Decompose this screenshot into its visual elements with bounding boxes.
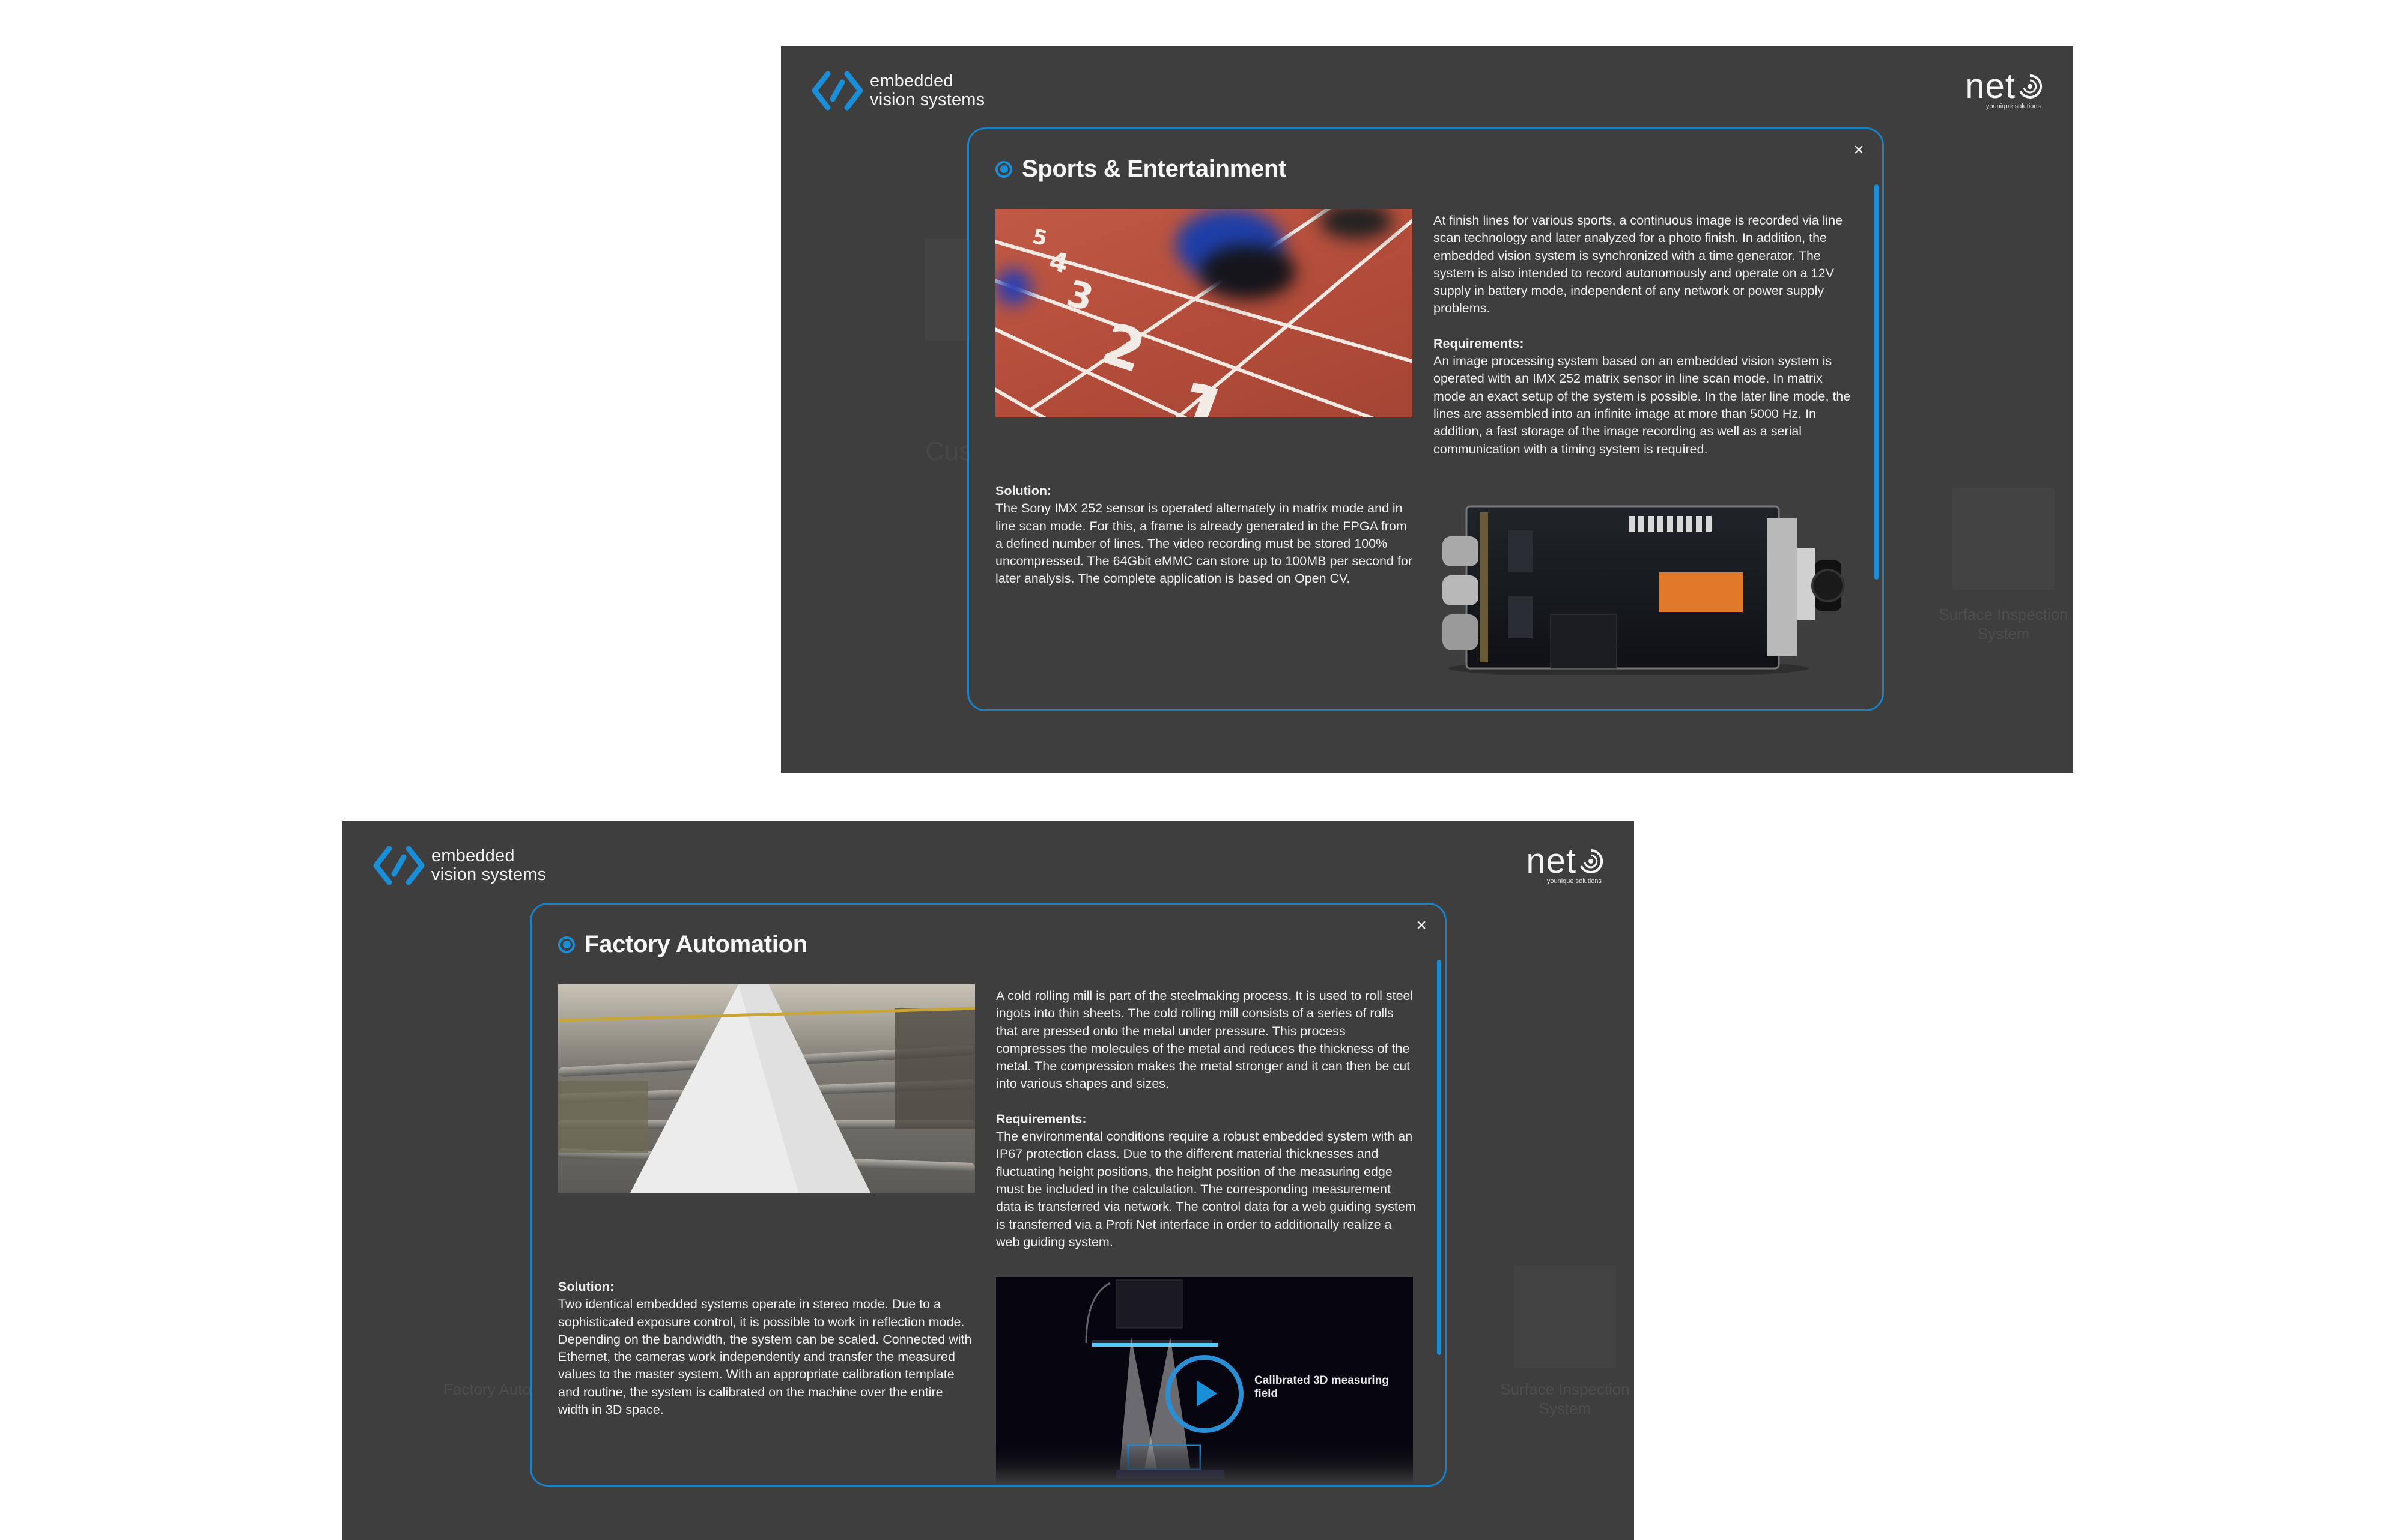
- radio-dot-icon: [558, 936, 575, 953]
- requirements-label: Requirements:: [1433, 336, 1524, 351]
- partner-logo[interactable]: net younique solutions: [1508, 841, 1604, 885]
- brand-logo[interactable]: embedded vision systems: [810, 70, 985, 111]
- close-button[interactable]: ×: [1411, 915, 1432, 936]
- bg-tile: [1514, 1266, 1616, 1368]
- target-icon: [2019, 74, 2043, 99]
- brand-line1: embedded: [870, 71, 953, 91]
- lane-number: 5: [1030, 224, 1050, 252]
- play-icon: [1197, 1380, 1217, 1407]
- target-icon: [1580, 849, 1603, 873]
- video-player[interactable]: Calibrated 3D measuring field: [996, 1277, 1413, 1484]
- brand-logo[interactable]: embedded vision systems: [371, 845, 546, 886]
- video-caption: Calibrated 3D measuring field: [1254, 1374, 1389, 1400]
- lane-number: 3: [1062, 272, 1098, 320]
- solution-text: The Sony IMX 252 sensor is operated alte…: [995, 501, 1412, 586]
- brand-name: embedded vision systems: [870, 72, 985, 109]
- camera-board-photo: [1430, 494, 1845, 675]
- radio-dot-icon: [995, 160, 1012, 178]
- requirements-text: The environmental conditions require a r…: [996, 1129, 1416, 1249]
- bg-label: Surface Inspection System: [1500, 1380, 1630, 1417]
- intro-text: A cold rolling mill is part of the steel…: [996, 989, 1414, 1091]
- modal-title-text: Sports & Entertainment: [1022, 156, 1287, 182]
- screen-sports-entertainment: Customer examples Surface Inspection Sys…: [781, 46, 2073, 773]
- brand-name: embedded vision systems: [431, 847, 546, 884]
- partner-tagline: younique solutions: [1985, 103, 2041, 110]
- running-track-photo: 5 4 3 2 1: [995, 209, 1412, 417]
- description-column: A cold rolling mill is part of the steel…: [996, 987, 1417, 1251]
- requirements-text: An image processing system based on an e…: [1433, 354, 1851, 456]
- scrollbar[interactable]: [1437, 960, 1441, 1355]
- description-column: At finish lines for various sports, a co…: [1433, 212, 1854, 458]
- play-button[interactable]: [1165, 1355, 1244, 1433]
- partner-logo[interactable]: net younique solutions: [1947, 67, 2043, 110]
- lane-number: 4: [1046, 246, 1072, 280]
- screen-factory-automation: Surface Inspection System Factory Automa…: [342, 821, 1634, 1540]
- brand-line1: embedded: [431, 846, 515, 865]
- brand-line2: vision systems: [431, 865, 547, 884]
- bg-label: Surface Inspection System: [1939, 605, 2068, 643]
- case-study-modal: × Factory Automation A cold rolling mill…: [530, 903, 1447, 1487]
- solution-label: Solution:: [995, 484, 1052, 498]
- code-brackets-icon: [812, 71, 863, 111]
- scrollbar[interactable]: [1874, 184, 1879, 580]
- solution-block: Solution: Two identical embedded systems…: [558, 1278, 973, 1419]
- solution-text: Two identical embedded systems operate i…: [558, 1297, 972, 1417]
- modal-title: Factory Automation: [558, 931, 807, 958]
- brand-line2: vision systems: [870, 90, 985, 109]
- partner-tagline: younique solutions: [1546, 878, 1602, 885]
- modal-title: Sports & Entertainment: [995, 156, 1286, 183]
- solution-block: Solution: The Sony IMX 252 sensor is ope…: [995, 482, 1416, 588]
- solution-label: Solution:: [558, 1279, 615, 1294]
- code-brackets-icon: [373, 846, 425, 885]
- requirements-label: Requirements:: [996, 1111, 1087, 1126]
- partner-wordmark: net: [1965, 67, 2016, 106]
- close-button[interactable]: ×: [1849, 140, 1869, 160]
- modal-title-text: Factory Automation: [585, 931, 807, 957]
- intro-text: At finish lines for various sports, a co…: [1433, 213, 1843, 316]
- bg-tile: [1952, 488, 2055, 590]
- case-study-modal: × Sports & Entertainment 5 4 3 2 1 At fi…: [967, 127, 1884, 711]
- rolling-mill-photo: [558, 984, 975, 1193]
- partner-wordmark: net: [1526, 841, 1576, 881]
